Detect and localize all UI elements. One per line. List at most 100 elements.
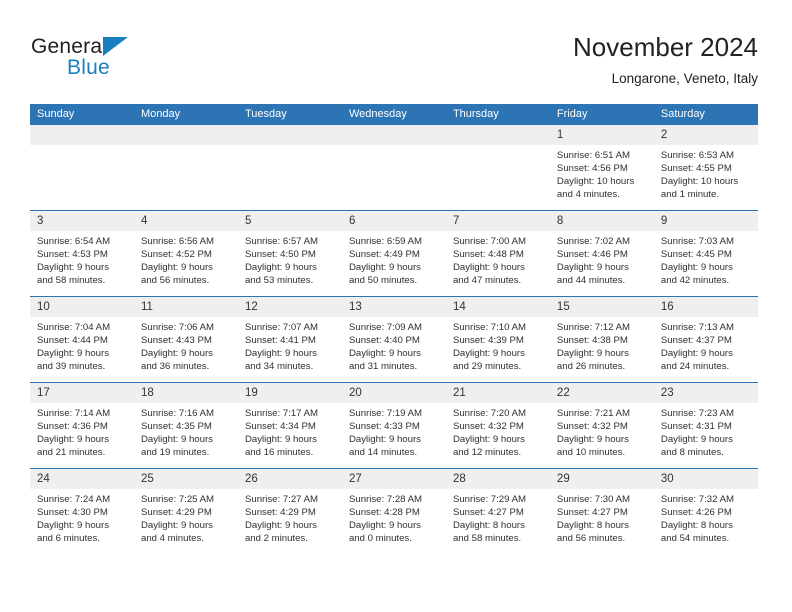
calendar-day-cell[interactable]: 6 Sunrise: 6:59 AM Sunset: 4:49 PM Daylight…	[341, 210, 446, 297]
calendar-day-cell[interactable]: 22 Sunrise: 7:21 AM Sunset: 4:32 PM Dayligh…	[549, 382, 654, 469]
calendar-day-cell[interactable]: 27 Sunrise: 7:28 AM Sunset: 4:28 PM Dayligh…	[341, 468, 446, 554]
day-header-tuesday: Tuesday	[237, 104, 342, 125]
day-header-monday: Monday	[133, 104, 238, 125]
calendar-day-cell[interactable]: 12 Sunrise: 7:07 AM Sunset: 4:41 PM Dayligh…	[237, 296, 342, 383]
day-details: Sunrise: 7:00 AM Sunset: 4:48 PM Daylight:…	[446, 231, 550, 287]
sunrise-text: Sunrise: 7:27 AM	[244, 494, 319, 505]
sunset-text: Sunset: 4:56 PM	[556, 163, 628, 175]
calendar-day-cell[interactable]: 19 Sunrise: 7:17 AM Sunset: 4:34 PM Dayligh…	[237, 382, 342, 469]
calendar-week-row: 3 Sunrise: 6:54 AM Sunset: 4:53 PM Daylight…	[30, 210, 758, 297]
day-number: 13	[341, 297, 446, 317]
day-details: Sunrise: 7:17 AM Sunset: 4:34 PM Daylight:…	[238, 403, 342, 459]
calendar-day-cell[interactable]: 7 Sunrise: 7:00 AM Sunset: 4:48 PM Daylight…	[445, 210, 550, 297]
logo-text-blue: Blue	[67, 56, 110, 79]
day-details: Sunrise: 6:51 AM Sunset: 4:56 PM Daylight:…	[550, 145, 654, 201]
sunset-text: Sunset: 4:33 PM	[348, 421, 420, 433]
sunrise-text: Sunrise: 7:21 AM	[556, 408, 630, 419]
sunrise-text: Sunrise: 7:30 AM	[556, 494, 630, 505]
sunset-text: Sunset: 4:29 PM	[244, 507, 316, 519]
day-details: Sunrise: 7:19 AM Sunset: 4:33 PM Daylight:…	[342, 403, 446, 459]
day-header-wednesday: Wednesday	[341, 104, 446, 125]
day-number: 23	[653, 383, 758, 403]
calendar-day-cell[interactable]: 30 Sunrise: 7:32 AM Sunset: 4:26 PM Dayligh…	[653, 468, 758, 554]
calendar-day-cell[interactable]: 10 Sunrise: 7:04 AM Sunset: 4:44 PM Dayligh…	[30, 296, 134, 383]
sunset-text: Sunset: 4:30 PM	[37, 507, 108, 519]
day-number	[30, 125, 134, 145]
daylight-text: Daylight: 9 hours and 53 minutes.	[244, 262, 317, 287]
day-details: Sunrise: 7:14 AM Sunset: 4:36 PM Daylight:…	[30, 403, 134, 459]
sunrise-text: Sunrise: 7:14 AM	[37, 408, 111, 419]
daylight-text: Daylight: 8 hours and 54 minutes.	[660, 520, 733, 545]
sunset-text: Sunset: 4:35 PM	[140, 421, 212, 433]
day-details: Sunrise: 6:57 AM Sunset: 4:50 PM Daylight:…	[238, 231, 342, 287]
calendar-day-cell[interactable]: 25 Sunrise: 7:25 AM Sunset: 4:29 PM Dayligh…	[133, 468, 238, 554]
calendar-day-cell[interactable]: 9 Sunrise: 7:03 AM Sunset: 4:45 PM Daylight…	[653, 210, 758, 297]
calendar-day-cell[interactable]: 29 Sunrise: 7:30 AM Sunset: 4:27 PM Dayligh…	[549, 468, 654, 554]
calendar-day-cell[interactable]: 13 Sunrise: 7:09 AM Sunset: 4:40 PM Dayligh…	[341, 296, 446, 383]
day-number	[341, 125, 446, 145]
calendar-day-cell[interactable]: 1 Sunrise: 6:51 AM Sunset: 4:56 PM Daylight…	[549, 125, 654, 211]
daylight-text: Daylight: 10 hours and 4 minutes.	[556, 176, 635, 201]
calendar-day-cell[interactable]: 20 Sunrise: 7:19 AM Sunset: 4:33 PM Dayligh…	[341, 382, 446, 469]
calendar-day-cell[interactable]: 16 Sunrise: 7:13 AM Sunset: 4:37 PM Dayligh…	[653, 296, 758, 383]
day-header-thursday: Thursday	[445, 104, 550, 125]
sunset-text: Sunset: 4:43 PM	[140, 335, 212, 347]
calendar-empty-cell	[30, 125, 134, 211]
sunset-text: Sunset: 4:52 PM	[140, 249, 212, 261]
calendar-day-cell[interactable]: 11 Sunrise: 7:06 AM Sunset: 4:43 PM Dayligh…	[133, 296, 238, 383]
sunrise-text: Sunrise: 7:16 AM	[140, 408, 215, 419]
sunset-text: Sunset: 4:48 PM	[452, 249, 524, 261]
calendar-day-cell[interactable]: 3 Sunrise: 6:54 AM Sunset: 4:53 PM Daylight…	[30, 210, 134, 297]
logo-text-general: General	[31, 35, 108, 58]
sunrise-text: Sunrise: 7:29 AM	[452, 494, 526, 505]
day-number: 6	[341, 211, 446, 231]
day-details: Sunrise: 7:27 AM Sunset: 4:29 PM Daylight:…	[238, 489, 342, 545]
day-number: 27	[341, 469, 446, 489]
sunset-text: Sunset: 4:27 PM	[556, 507, 628, 519]
day-number	[237, 125, 342, 145]
sunset-text: Sunset: 4:39 PM	[452, 335, 524, 347]
day-header-sunday: Sunday	[30, 104, 134, 125]
sunset-text: Sunset: 4:50 PM	[244, 249, 316, 261]
calendar-day-cell[interactable]: 5 Sunrise: 6:57 AM Sunset: 4:50 PM Daylight…	[237, 210, 342, 297]
calendar-day-cell[interactable]: 18 Sunrise: 7:16 AM Sunset: 4:35 PM Dayligh…	[133, 382, 238, 469]
day-details: Sunrise: 7:20 AM Sunset: 4:32 PM Daylight:…	[446, 403, 550, 459]
calendar-day-cell[interactable]: 14 Sunrise: 7:10 AM Sunset: 4:39 PM Dayligh…	[445, 296, 550, 383]
sunrise-text: Sunrise: 7:06 AM	[140, 322, 215, 333]
daylight-text: Daylight: 9 hours and 16 minutes.	[244, 434, 317, 459]
day-details: Sunrise: 7:16 AM Sunset: 4:35 PM Daylight:…	[134, 403, 238, 459]
calendar-day-cell[interactable]: 4 Sunrise: 6:56 AM Sunset: 4:52 PM Daylight…	[133, 210, 238, 297]
calendar-day-cell[interactable]: 17 Sunrise: 7:14 AM Sunset: 4:36 PM Dayligh…	[30, 382, 134, 469]
calendar-day-cell[interactable]: 26 Sunrise: 7:27 AM Sunset: 4:29 PM Dayligh…	[237, 468, 342, 554]
calendar-week-row: 1 Sunrise: 6:51 AM Sunset: 4:56 PM Daylight…	[30, 125, 758, 211]
daylight-text: Daylight: 9 hours and 47 minutes.	[452, 262, 525, 287]
calendar-day-cell[interactable]: 23 Sunrise: 7:23 AM Sunset: 4:31 PM Dayligh…	[653, 382, 758, 469]
calendar-day-cell[interactable]: 15 Sunrise: 7:12 AM Sunset: 4:38 PM Dayligh…	[549, 296, 654, 383]
calendar-day-cell[interactable]: 8 Sunrise: 7:02 AM Sunset: 4:46 PM Daylight…	[549, 210, 654, 297]
day-details: Sunrise: 7:10 AM Sunset: 4:39 PM Daylight:…	[446, 317, 550, 373]
sunrise-text: Sunrise: 6:54 AM	[37, 236, 111, 247]
calendar-day-cell[interactable]: 2 Sunrise: 6:53 AM Sunset: 4:55 PM Daylight…	[653, 125, 758, 211]
calendar-day-cell[interactable]: 24 Sunrise: 7:24 AM Sunset: 4:30 PM Dayligh…	[30, 468, 134, 554]
calendar-body: 1 Sunrise: 6:51 AM Sunset: 4:56 PM Daylight…	[30, 125, 758, 554]
daylight-text: Daylight: 9 hours and 31 minutes.	[348, 348, 421, 373]
day-number: 8	[549, 211, 654, 231]
daylight-text: Daylight: 9 hours and 2 minutes.	[244, 520, 317, 545]
daylight-text: Daylight: 9 hours and 50 minutes.	[348, 262, 421, 287]
sunset-text: Sunset: 4:26 PM	[660, 507, 732, 519]
sunrise-text: Sunrise: 7:25 AM	[140, 494, 215, 505]
calendar-day-cell[interactable]: 21 Sunrise: 7:20 AM Sunset: 4:32 PM Dayligh…	[445, 382, 550, 469]
day-number: 16	[653, 297, 758, 317]
calendar-day-cell[interactable]: 28 Sunrise: 7:29 AM Sunset: 4:27 PM Dayligh…	[445, 468, 550, 554]
sunset-text: Sunset: 4:55 PM	[660, 163, 732, 175]
daylight-text: Daylight: 9 hours and 44 minutes.	[556, 262, 629, 287]
day-details: Sunrise: 7:04 AM Sunset: 4:44 PM Daylight:…	[30, 317, 134, 373]
day-details: Sunrise: 7:12 AM Sunset: 4:38 PM Daylight:…	[550, 317, 654, 373]
day-number: 26	[237, 469, 342, 489]
sunrise-text: Sunrise: 7:20 AM	[452, 408, 526, 419]
day-number: 21	[445, 383, 550, 403]
daylight-text: Daylight: 9 hours and 26 minutes.	[556, 348, 629, 373]
day-details: Sunrise: 7:07 AM Sunset: 4:41 PM Daylight:…	[238, 317, 342, 373]
day-number: 30	[653, 469, 758, 489]
sunset-text: Sunset: 4:41 PM	[244, 335, 316, 347]
